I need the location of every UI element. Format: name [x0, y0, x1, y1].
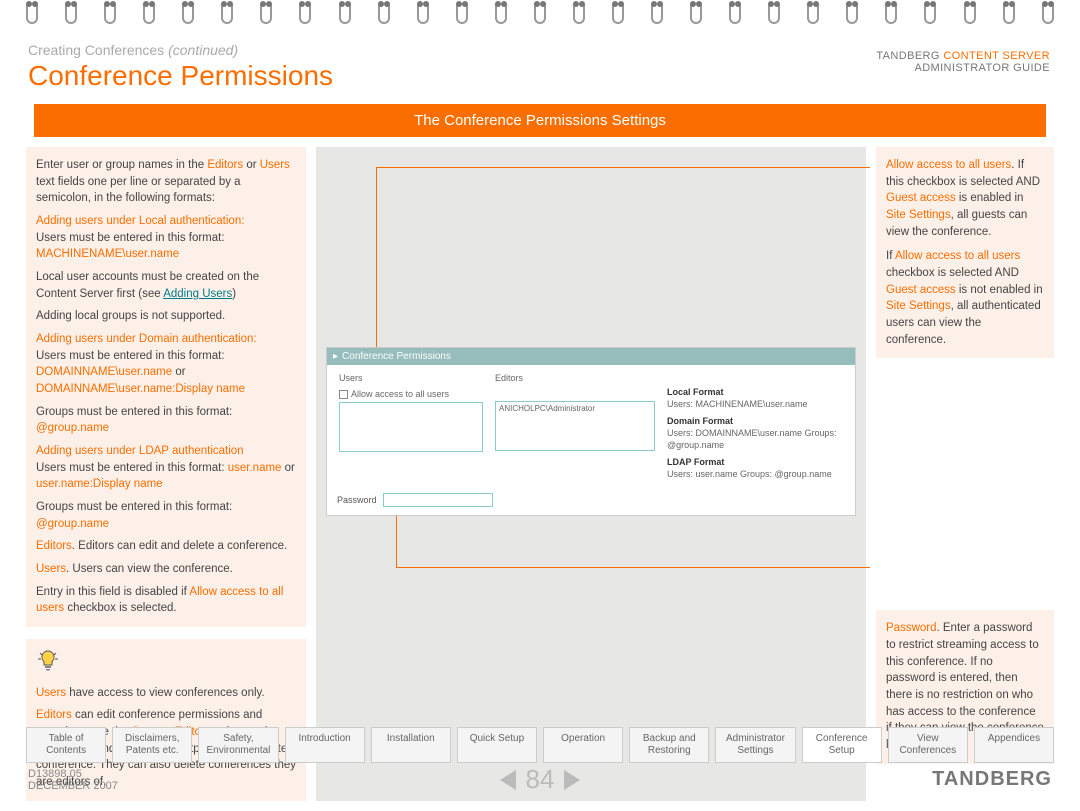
users-label: Users [339, 373, 483, 383]
editors-label: Editors [495, 373, 655, 383]
allow-access-label: Allow access to all users [351, 389, 449, 399]
page: Creating Conferences (continued) Confere… [20, 24, 1060, 801]
allow-access-checkbox[interactable] [339, 390, 348, 399]
tab-viewconf[interactable]: View Conferences [888, 727, 968, 763]
tab-toc[interactable]: Table of Contents [26, 727, 106, 763]
brand-logo: TANDBERG [711, 768, 1052, 791]
page-number: 84 [526, 764, 555, 795]
next-page-button[interactable] [564, 770, 580, 790]
tab-quicksetup[interactable]: Quick Setup [457, 727, 537, 763]
tab-operation[interactable]: Operation [543, 727, 623, 763]
tab-conference-setup[interactable]: Conference Setup [802, 727, 882, 763]
tab-appendices[interactable]: Appendices [974, 727, 1054, 763]
content: Enter user or group names in the Editors… [20, 137, 1060, 801]
screenshot-panel: ▸Conference Permissions Users Allow acce… [326, 347, 856, 516]
nav-tabs: Table of Contents Disclaimers, Patents e… [26, 727, 1054, 763]
tab-introduction[interactable]: Introduction [285, 727, 365, 763]
screenshot-area: ▸Conference Permissions Users Allow acce… [316, 147, 866, 801]
tab-safety[interactable]: Safety, Environmental [198, 727, 278, 763]
header-right: TANDBERG CONTENT SERVER ADMINISTRATOR GU… [876, 50, 1050, 74]
adding-users-link[interactable]: Adding Users [163, 288, 232, 300]
left-column: Enter user or group names in the Editors… [26, 147, 306, 801]
tab-backup[interactable]: Backup and Restoring [629, 727, 709, 763]
callout-line [376, 167, 870, 168]
tab-disclaimers[interactable]: Disclaimers, Patents etc. [112, 727, 192, 763]
tab-admin[interactable]: Administrator Settings [715, 727, 795, 763]
password-input[interactable] [383, 493, 493, 507]
left-info-box: Enter user or group names in the Editors… [26, 147, 306, 627]
tab-installation[interactable]: Installation [371, 727, 451, 763]
users-textarea[interactable] [339, 402, 483, 452]
right-info-box-1: Allow access to all users. If this check… [876, 147, 1054, 358]
callout-line [396, 567, 870, 568]
right-column: Allow access to all users. If this check… [876, 147, 1054, 801]
editors-textarea[interactable]: ANICHOLPC\Administrator [495, 401, 655, 451]
footer: D13898.05 DECEMBER 2007 84 TANDBERG [28, 764, 1052, 795]
prev-page-button[interactable] [500, 770, 516, 790]
section-banner: The Conference Permissions Settings [34, 104, 1046, 137]
doc-number: D13898.05 [28, 768, 369, 780]
lightbulb-icon [36, 649, 60, 673]
password-label: Password [337, 495, 377, 505]
page-header: Creating Conferences (continued) Confere… [20, 24, 1060, 137]
panel-title: Conference Permissions [342, 351, 451, 362]
doc-date: DECEMBER 2007 [28, 780, 369, 792]
